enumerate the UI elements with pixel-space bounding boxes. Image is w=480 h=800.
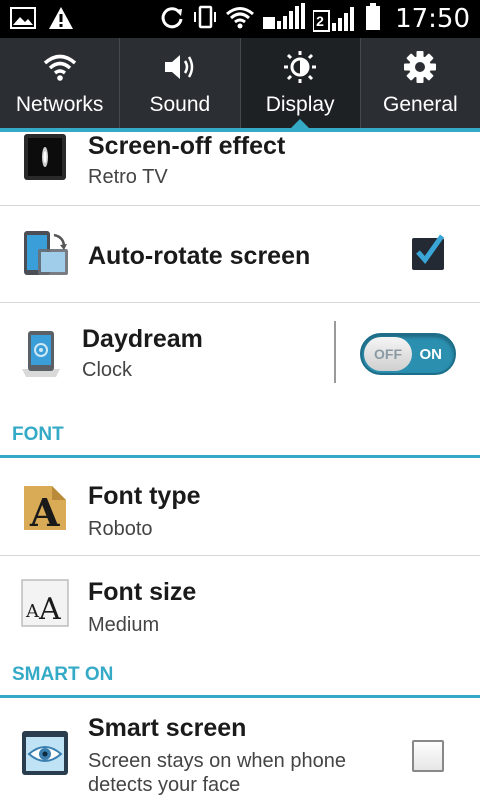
setting-smart-screen[interactable]: Smart screen Screen stays on when phone …	[0, 698, 480, 800]
signal-sim1-icon	[263, 2, 306, 36]
font-size-title: Font size	[88, 578, 197, 606]
speaker-icon	[160, 50, 200, 84]
setting-auto-rotate[interactable]: Auto-rotate screen	[0, 206, 480, 303]
status-bar: 2 17:50	[0, 0, 480, 38]
tab-networks-label: Networks	[15, 93, 104, 116]
screen-off-effect-title: Screen-off effect	[88, 132, 286, 160]
screen-off-effect-value: Retro TV	[88, 166, 168, 188]
active-tab-indicator	[291, 119, 310, 128]
gallery-notification-icon	[10, 7, 36, 34]
setting-font-size[interactable]: AA Font size Medium	[0, 556, 480, 652]
smart-screen-icon	[20, 728, 70, 778]
tab-sound[interactable]: Sound	[120, 38, 241, 128]
brightness-icon	[280, 50, 320, 84]
checkmark-icon	[416, 234, 444, 265]
battery-icon	[365, 2, 381, 36]
daydream-title: Daydream	[82, 325, 203, 353]
smart-screen-desc-line1: Screen stays on when phone	[88, 750, 346, 772]
svg-text:A: A	[38, 592, 61, 627]
font-section-label: FONT	[12, 424, 64, 445]
wifi-icon	[40, 50, 80, 84]
screen-off-icon	[20, 132, 70, 182]
smart-screen-desc-line2: detects your face	[88, 774, 241, 796]
toggle-off-knob: OFF	[364, 337, 412, 371]
display-settings-list: Screen-off effect Retro TV Auto-rotate s…	[0, 132, 480, 800]
font-size-value: Medium	[88, 614, 160, 636]
vibrate-icon	[193, 4, 217, 35]
setting-font-type[interactable]: A Font type Roboto	[0, 458, 480, 556]
svg-text:A: A	[25, 601, 40, 622]
smart-screen-checkbox[interactable]	[412, 740, 444, 772]
tab-display[interactable]: Display	[240, 38, 361, 128]
auto-rotate-icon	[20, 229, 70, 279]
toggle-on-label: ON	[419, 346, 443, 363]
sync-icon	[159, 4, 185, 35]
setting-daydream[interactable]: Daydream Clock OFF ON	[0, 303, 480, 412]
font-size-icon: AA	[20, 578, 70, 628]
sim2-label: 2	[316, 13, 324, 29]
font-section-header: FONT	[0, 412, 480, 458]
tab-general[interactable]: General	[361, 38, 480, 128]
auto-rotate-title: Auto-rotate screen	[88, 242, 311, 270]
daydream-value: Clock	[82, 359, 133, 381]
svg-text:A: A	[29, 490, 60, 532]
signal-sim2-icon: 2	[313, 5, 357, 33]
setting-screen-off-effect[interactable]: Screen-off effect Retro TV	[0, 132, 480, 206]
font-type-title: Font type	[88, 482, 201, 510]
font-type-value: Roboto	[88, 518, 153, 540]
smart-on-section-header: SMART ON	[0, 652, 480, 698]
tab-general-label: General	[383, 93, 458, 116]
font-type-icon: A	[20, 482, 70, 532]
smart-screen-title: Smart screen	[88, 714, 247, 742]
smart-on-section-label: SMART ON	[12, 664, 114, 685]
settings-tab-bar: Networks Sound Display General	[0, 38, 480, 128]
gear-icon	[400, 50, 440, 84]
tab-display-label: Display	[265, 93, 335, 116]
auto-rotate-checkbox[interactable]	[412, 234, 444, 270]
daydream-divider	[334, 321, 336, 383]
warning-icon	[48, 6, 74, 35]
tab-sound-label: Sound	[149, 93, 211, 116]
status-time: 17:50	[395, 4, 470, 34]
daydream-toggle[interactable]: OFF ON	[360, 333, 456, 375]
daydream-icon	[16, 329, 66, 379]
wifi-status-icon	[225, 5, 255, 34]
tab-networks[interactable]: Networks	[0, 38, 121, 128]
